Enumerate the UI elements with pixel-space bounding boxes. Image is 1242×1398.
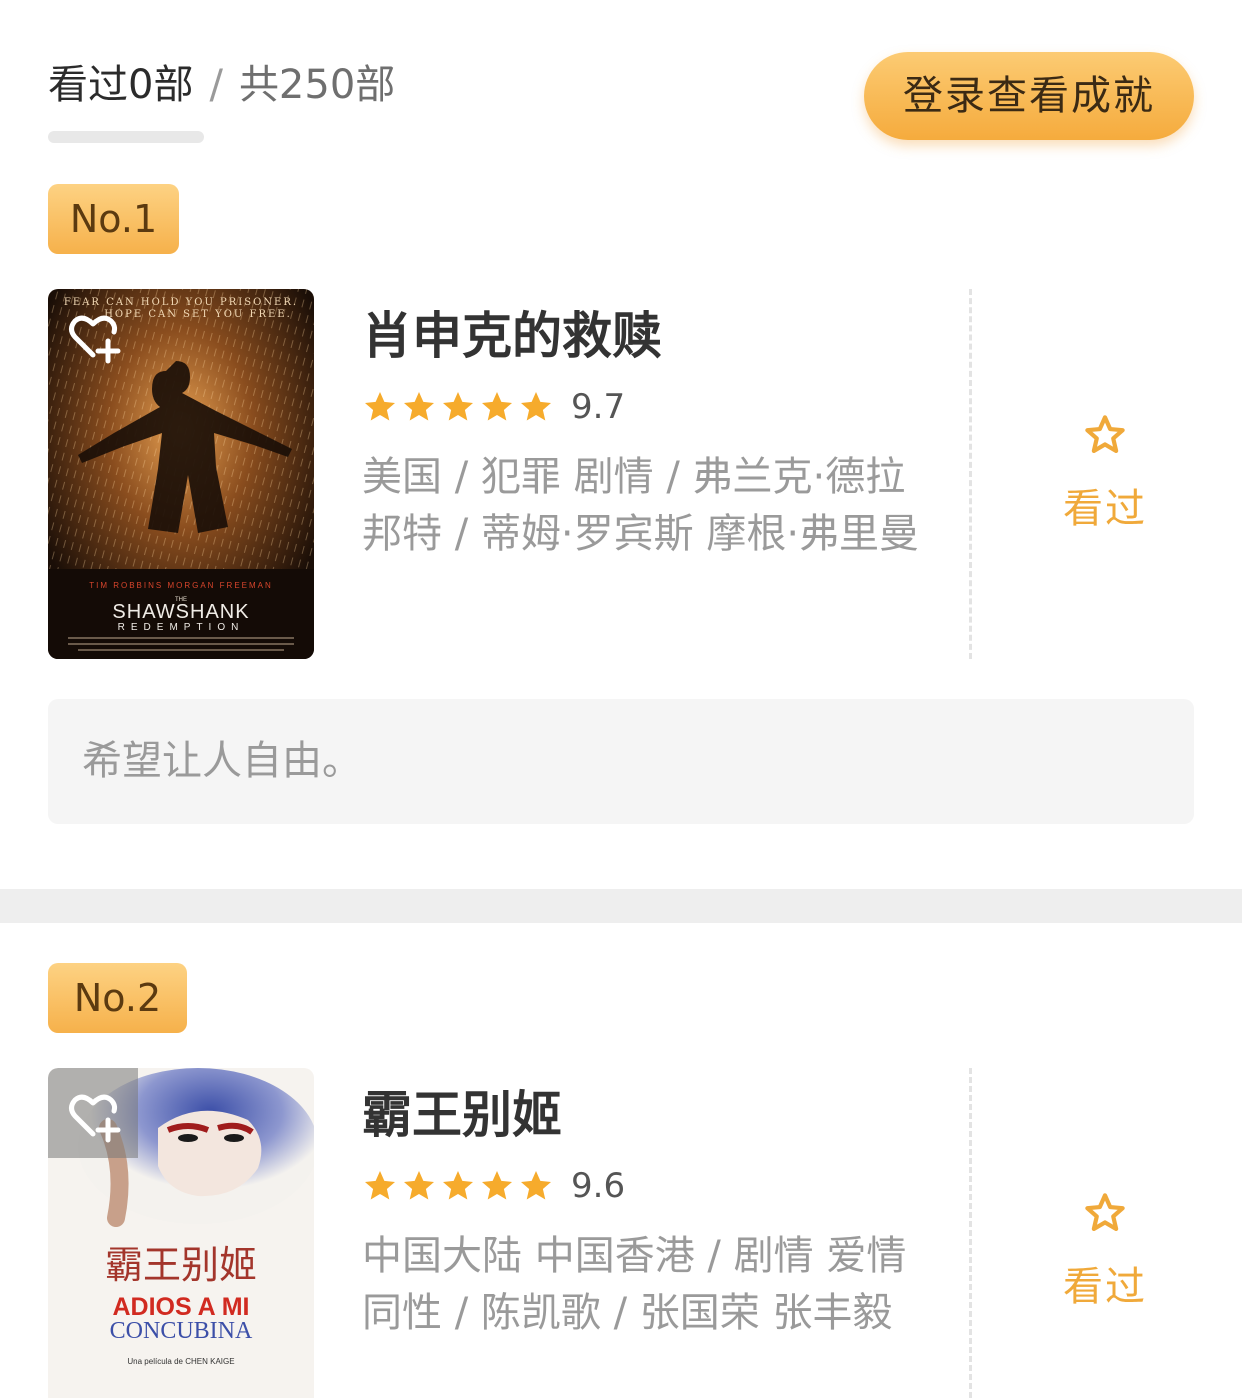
poster-actors: TIM ROBBINS MORGAN FREEMAN <box>89 581 273 590</box>
watched-count: 看过0部 <box>48 62 194 108</box>
mark-seen-button[interactable]: 看过 <box>1050 1190 1160 1312</box>
movie-rating: 9.7 <box>362 387 625 427</box>
star-icon <box>518 1168 554 1204</box>
poster-title-sub: REDEMPTION <box>118 622 245 633</box>
seen-label: 看过 <box>1063 486 1147 532</box>
star-icon <box>401 1168 437 1204</box>
star-outline-icon <box>1050 412 1160 458</box>
star-icon <box>479 389 515 425</box>
rating-stars <box>362 389 557 425</box>
rating-stars <box>362 1168 557 1204</box>
poster-title-es-1: ADIOS A MI <box>112 1293 249 1321</box>
star-icon <box>440 389 476 425</box>
rank-badge: No.2 <box>48 963 187 1033</box>
movie-title[interactable]: 霸王别姬 <box>362 1075 562 1147</box>
movie-title[interactable]: 肖申克的救赎 <box>362 296 662 368</box>
poster-title-main: SHAWSHANK <box>112 601 249 623</box>
section-gap <box>0 889 1242 923</box>
total-count: 共250部 <box>238 62 396 108</box>
poster-title-cn: 霸王别姬 <box>105 1243 257 1287</box>
mark-seen-button[interactable]: 看过 <box>1050 412 1160 534</box>
header: 看过0部 / 共250部 登录查看成就 <box>0 0 1242 170</box>
card-divider <box>969 1068 972 1398</box>
star-outline-icon <box>1050 1190 1160 1236</box>
rating-score: 9.6 <box>571 1166 626 1206</box>
movie-meta: 中国大陆 中国香港 / 剧情 爱情 同性 / 陈凯歌 / 张国荣 张丰毅 <box>362 1233 907 1336</box>
movie-poster[interactable]: FEAR CAN HOLD YOU PRISONER. HOPE CAN SET… <box>48 289 314 659</box>
star-icon <box>401 389 437 425</box>
rank-badge: No.1 <box>48 184 179 254</box>
movie-meta: 美国 / 犯罪 剧情 / 弗兰克·德拉邦特 / 蒂姆·罗宾斯 摩根·弗里曼 <box>362 454 920 557</box>
star-icon <box>440 1168 476 1204</box>
heart-plus-icon <box>69 1094 121 1143</box>
login-achievements-button[interactable]: 登录查看成就 <box>864 52 1194 140</box>
star-icon <box>362 1168 398 1204</box>
rating-score: 9.7 <box>571 387 626 427</box>
heart-plus-icon <box>69 315 121 364</box>
poster-credit: Una película de CHEN KAIGE <box>127 1357 234 1366</box>
watch-progress-text: 看过0部 / 共250部 <box>48 58 395 112</box>
star-icon <box>362 389 398 425</box>
progress-separator: / <box>209 62 223 108</box>
poster-title-es-2: CONCUBINA <box>110 1318 253 1344</box>
watch-progress-bar <box>48 131 204 143</box>
star-icon <box>479 1168 515 1204</box>
add-favorite-button[interactable] <box>48 1068 138 1158</box>
add-favorite-button[interactable] <box>48 289 138 379</box>
seen-label: 看过 <box>1063 1264 1147 1310</box>
card-divider <box>969 289 972 659</box>
movie-quote: 希望让人自由。 <box>48 699 1194 824</box>
movie-rating: 9.6 <box>362 1166 625 1206</box>
movie-poster[interactable]: 霸王别姬 ADIOS A MI CONCUBINA Una película d… <box>48 1068 314 1398</box>
star-icon <box>518 389 554 425</box>
